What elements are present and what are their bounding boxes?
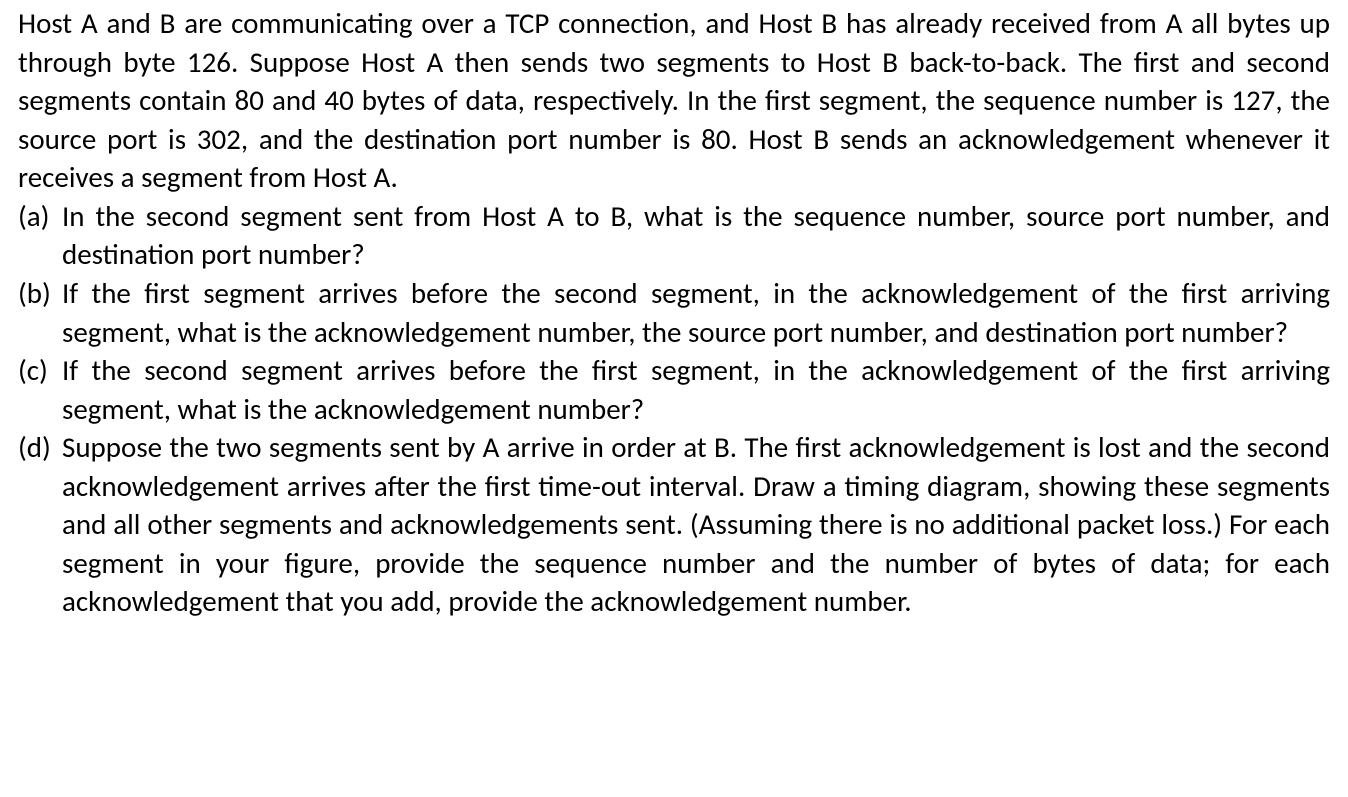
question-text: If the first segment arrives before the …: [62, 274, 1330, 351]
question-text: If the second segment arrives before the…: [62, 351, 1330, 428]
problem-intro: Host A and B are communicating over a TC…: [18, 4, 1330, 197]
question-item-c: (c) If the second segment arrives before…: [18, 351, 1330, 428]
question-text: In the second segment sent from Host A t…: [62, 197, 1330, 274]
question-item-a: (a) In the second segment sent from Host…: [18, 197, 1330, 274]
question-text: Suppose the two segments sent by A arriv…: [62, 428, 1330, 621]
question-marker: (a): [18, 197, 62, 274]
question-item-d: (d) Suppose the two segments sent by A a…: [18, 428, 1330, 621]
question-item-b: (b) If the first segment arrives before …: [18, 274, 1330, 351]
question-marker: (c): [18, 351, 62, 428]
question-list: (a) In the second segment sent from Host…: [18, 197, 1330, 621]
question-marker: (d): [18, 428, 62, 621]
question-marker: (b): [18, 274, 62, 351]
